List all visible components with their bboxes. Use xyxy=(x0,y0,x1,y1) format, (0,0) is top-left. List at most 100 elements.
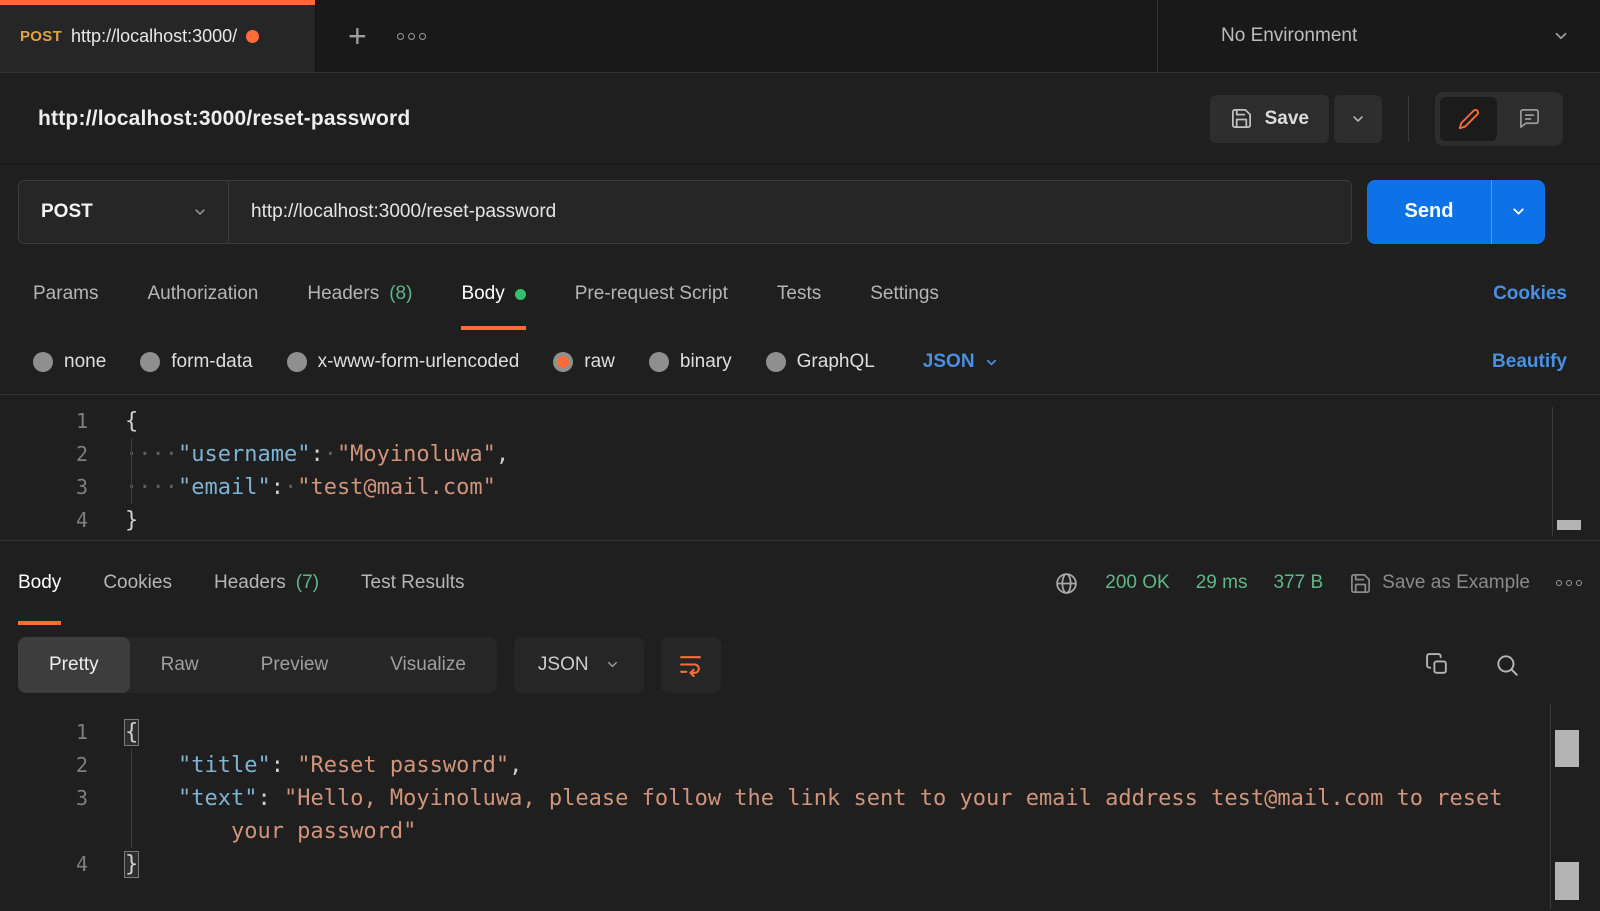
code-line: 2····"username":·"Moyinoluwa", xyxy=(0,438,1600,471)
tab-pre-request-script[interactable]: Pre-request Script xyxy=(575,258,728,330)
body-type-form-data[interactable]: form-data xyxy=(140,351,252,373)
divider xyxy=(1408,96,1409,142)
comment-icon xyxy=(1518,107,1541,130)
radio-icon xyxy=(140,352,160,372)
line-number: 4 xyxy=(0,504,88,537)
method-selector[interactable]: POST xyxy=(19,181,229,243)
body-type-binary[interactable]: binary xyxy=(649,351,732,373)
response-options-icon[interactable] xyxy=(1556,580,1582,586)
unsaved-changes-dot-icon xyxy=(246,30,259,43)
edit-pencil-button[interactable] xyxy=(1440,97,1497,141)
response-body-viewer[interactable]: 1{2 "title": "Reset password",3 "text": … xyxy=(0,704,1600,911)
scrollbar-thumb[interactable] xyxy=(1555,730,1579,767)
tab-method-label: POST xyxy=(20,28,62,45)
save-example-icon xyxy=(1349,572,1372,595)
save-as-example-button[interactable]: Save as Example xyxy=(1349,572,1530,595)
response-tab-headers[interactable]: Headers (7) xyxy=(214,541,319,625)
body-type-raw[interactable]: raw xyxy=(553,351,615,373)
body-type-none[interactable]: none xyxy=(33,351,106,373)
response-size[interactable]: 377 B xyxy=(1273,572,1323,594)
scrollbar-thumb[interactable] xyxy=(1557,520,1581,530)
body-type-row: none form-data x-www-form-urlencoded raw… xyxy=(0,330,1600,394)
body-type-x-www-form-urlencoded[interactable]: x-www-form-urlencoded xyxy=(287,351,520,373)
view-preview[interactable]: Preview xyxy=(230,637,360,693)
response-language-selector[interactable]: JSON xyxy=(514,637,644,693)
cookies-link[interactable]: Cookies xyxy=(1493,258,1567,330)
chevron-down-icon xyxy=(1350,111,1366,127)
line-number: 2 xyxy=(0,749,88,782)
radio-selected-icon xyxy=(553,352,573,372)
environment-selector[interactable]: No Environment xyxy=(1157,0,1600,72)
code-line: 3 "text": "Hello, Moyinoluwa, please fol… xyxy=(0,782,1600,848)
line-number: 2 xyxy=(0,438,88,471)
request-tabs: Params Authorization Headers (8) Body Pr… xyxy=(0,258,1600,330)
chevron-down-icon xyxy=(1510,203,1527,220)
tab-authorization[interactable]: Authorization xyxy=(147,258,258,330)
documentation-toggle-group xyxy=(1435,92,1563,146)
pencil-icon xyxy=(1458,108,1480,130)
response-view-switcher: Pretty Raw Preview Visualize xyxy=(18,637,497,693)
request-body-editor[interactable]: 1{2····"username":·"Moyinoluwa",3····"em… xyxy=(0,394,1600,540)
headers-count-badge: (8) xyxy=(389,283,412,305)
scrollbar-thumb[interactable] xyxy=(1555,862,1579,900)
url-box: POST http://localhost:3000/reset-passwor… xyxy=(18,180,1352,244)
tab-bar: POST http://localhost:3000/ + No Environ… xyxy=(0,0,1600,73)
new-tab-button[interactable]: + xyxy=(348,20,367,52)
view-raw[interactable]: Raw xyxy=(130,637,230,693)
request-tab[interactable]: POST http://localhost:3000/ xyxy=(0,0,316,72)
request-title-row: http://localhost:3000/reset-password Sav… xyxy=(0,73,1600,165)
url-input[interactable]: http://localhost:3000/reset-password xyxy=(229,181,1351,243)
save-button-label: Save xyxy=(1265,108,1309,130)
wrap-text-button[interactable] xyxy=(661,637,721,693)
method-label: POST xyxy=(41,201,93,223)
response-tab-cookies[interactable]: Cookies xyxy=(103,541,172,625)
request-editor-scrollbar[interactable] xyxy=(1552,407,1582,536)
response-time[interactable]: 29 ms xyxy=(1196,572,1248,594)
chevron-down-icon xyxy=(192,204,208,220)
tab-body[interactable]: Body xyxy=(461,258,525,330)
save-icon xyxy=(1230,107,1253,130)
response-tab-test-results[interactable]: Test Results xyxy=(361,541,464,625)
radio-icon xyxy=(33,352,53,372)
chevron-down-icon xyxy=(605,657,620,672)
send-button[interactable]: Send xyxy=(1367,180,1491,244)
save-options-button[interactable] xyxy=(1334,95,1382,143)
tab-options-icon[interactable] xyxy=(397,33,426,40)
response-toolbar: Pretty Raw Preview Visualize JSON xyxy=(0,625,1600,704)
tab-params[interactable]: Params xyxy=(33,258,98,330)
page-title: http://localhost:3000/reset-password xyxy=(38,107,410,131)
view-visualize[interactable]: Visualize xyxy=(359,637,497,693)
send-options-button[interactable] xyxy=(1491,180,1545,244)
body-language-selector[interactable]: JSON xyxy=(923,351,999,373)
line-number: 4 xyxy=(0,848,88,881)
line-number: 1 xyxy=(0,716,88,749)
body-type-graphql[interactable]: GraphQL xyxy=(766,351,875,373)
globe-icon xyxy=(1054,571,1079,596)
view-pretty[interactable]: Pretty xyxy=(18,637,130,693)
tab-settings[interactable]: Settings xyxy=(870,258,939,330)
request-url-row: POST http://localhost:3000/reset-passwor… xyxy=(0,165,1600,258)
line-number: 3 xyxy=(0,471,88,504)
tab-tests[interactable]: Tests xyxy=(777,258,821,330)
tab-headers[interactable]: Headers (8) xyxy=(307,258,412,330)
beautify-link[interactable]: Beautify xyxy=(1492,351,1567,373)
response-header: Body Cookies Headers (7) Test Results 20… xyxy=(0,540,1600,625)
environment-label: No Environment xyxy=(1221,25,1357,47)
code-line: 1{ xyxy=(0,716,1600,749)
line-number: 1 xyxy=(0,405,88,438)
line-number: 3 xyxy=(0,782,88,815)
search-icon[interactable] xyxy=(1494,652,1520,678)
radio-icon xyxy=(766,352,786,372)
code-line: 1{ xyxy=(0,405,1600,438)
body-filled-dot-icon xyxy=(515,289,526,300)
radio-icon xyxy=(287,352,307,372)
copy-icon[interactable] xyxy=(1425,652,1450,677)
status-badge[interactable]: 200 OK xyxy=(1105,572,1169,594)
save-button[interactable]: Save xyxy=(1210,95,1329,143)
radio-icon xyxy=(649,352,669,372)
code-line: 4} xyxy=(0,504,1600,537)
response-tab-body[interactable]: Body xyxy=(18,541,61,625)
comments-button[interactable] xyxy=(1501,97,1558,141)
response-scrollbar[interactable] xyxy=(1550,704,1580,909)
chevron-down-icon xyxy=(1552,27,1570,45)
